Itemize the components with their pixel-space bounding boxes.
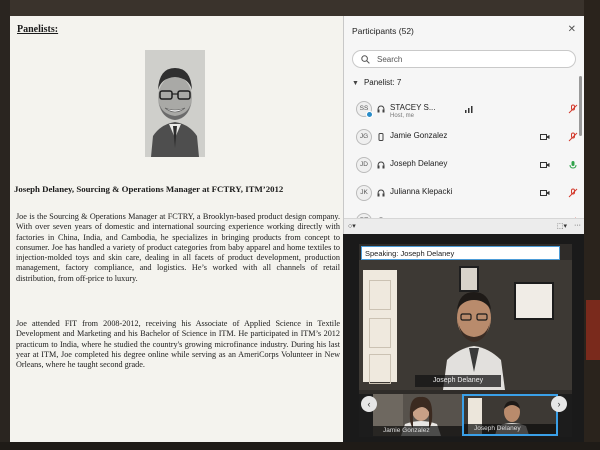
avatar: JG (356, 129, 372, 145)
screen: Panelists: Joseph Delaney, Sourcing & Op… (10, 16, 584, 442)
camera-icon[interactable] (540, 132, 550, 142)
more-options-icon[interactable]: ⬚▾ (557, 222, 567, 230)
avatar: JD (356, 157, 372, 173)
video-stage: Speaking: Joseph Delaney Joseph Delaney … (359, 244, 572, 437)
chevron-down-icon: ▼ (352, 80, 359, 87)
speaker-name-label: Joseph Delaney (415, 375, 501, 387)
panelist-title: Joseph Delaney, Sourcing & Operations Ma… (14, 184, 284, 194)
monitor-bezel-top (0, 0, 600, 16)
background-door (363, 270, 397, 384)
thumbnail-name: Jamie Gonzalez (373, 426, 469, 436)
search-input[interactable]: Search (352, 50, 576, 68)
video-thumbnail-strip: Jamie Gonzalez Joseph Delaney (359, 394, 572, 437)
close-icon[interactable]: ✕ (568, 24, 576, 35)
bio-paragraph-2: Joe attended FIT from 2008-2012, receivi… (16, 319, 340, 370)
participants-panel: Participants (52) ✕ Search ▼ Panelist: 7 … (343, 16, 584, 234)
active-speaker-video[interactable] (359, 260, 572, 390)
speaking-indicator: Speaking: Joseph Delaney (361, 246, 560, 260)
participants-scrollbar[interactable] (579, 76, 582, 136)
speaker-figure (443, 292, 505, 390)
bio-paragraph-1: Joe is the Sourcing & Operations Manager… (16, 212, 340, 283)
doc-heading: Panelists: (17, 24, 59, 35)
participant-row[interactable]: RT (344, 208, 576, 218)
headshot-image (145, 50, 205, 157)
status-dot-icon (366, 111, 373, 118)
participant-name: Jamie Gonzalez (390, 131, 448, 140)
participants-title: Participants (52) (352, 26, 414, 36)
collapse-toggle-icon[interactable]: ○▾ (348, 222, 356, 230)
video-thumbnail[interactable]: Jamie Gonzalez (373, 394, 469, 436)
video-area: Speaking: Joseph Delaney Joseph Delaney … (343, 234, 584, 442)
search-icon (361, 55, 370, 64)
participant-name: Joseph Delaney (390, 159, 448, 168)
mic-active-icon[interactable] (568, 160, 578, 170)
participant-name: Julianna Klepacki (390, 187, 453, 196)
thumbnail-name: Joseph Delaney (464, 424, 556, 434)
panelist-headshot (145, 50, 205, 157)
background-poster (586, 300, 600, 360)
mic-muted-icon[interactable] (568, 188, 578, 198)
participant-row[interactable]: JD Joseph Delaney (344, 152, 578, 180)
participant-role: Host, me (390, 113, 415, 119)
participant-row[interactable]: SS STACEY S... Host, me (344, 96, 578, 124)
phone-icon (378, 133, 384, 141)
headset-icon (377, 189, 385, 197)
headset-icon (377, 105, 385, 113)
panelist-group-label: Panelist: 7 (363, 78, 402, 87)
monitor-bezel-left (0, 0, 10, 450)
headset-icon (377, 161, 385, 169)
search-placeholder: Search (377, 55, 403, 64)
chevron-right-icon[interactable]: › (551, 396, 567, 412)
shared-document: Panelists: Joseph Delaney, Sourcing & Op… (10, 16, 343, 442)
camera-icon[interactable] (540, 188, 550, 198)
background-frame (514, 282, 554, 320)
participant-name: STACEY S... (390, 103, 436, 112)
monitor-bezel-bottom (0, 442, 600, 450)
mic-muted-icon[interactable] (568, 132, 578, 142)
avatar: JK (356, 185, 372, 201)
video-thumbnail-active[interactable]: Joseph Delaney (462, 394, 558, 436)
signal-icon (465, 106, 473, 113)
mic-muted-icon[interactable] (568, 104, 578, 114)
panel-footer: ○▾ ⬚▾ ··· (344, 218, 584, 234)
overflow-icon[interactable]: ··· (574, 222, 581, 229)
panelist-group-header[interactable]: ▼ Panelist: 7 (352, 78, 401, 87)
monitor-bezel-right (584, 0, 600, 450)
participant-row[interactable]: JK Julianna Klepacki (344, 180, 578, 208)
chevron-left-icon[interactable]: ‹ (361, 396, 377, 412)
participant-row[interactable]: JG Jamie Gonzalez (344, 124, 578, 152)
camera-icon[interactable] (540, 160, 550, 170)
